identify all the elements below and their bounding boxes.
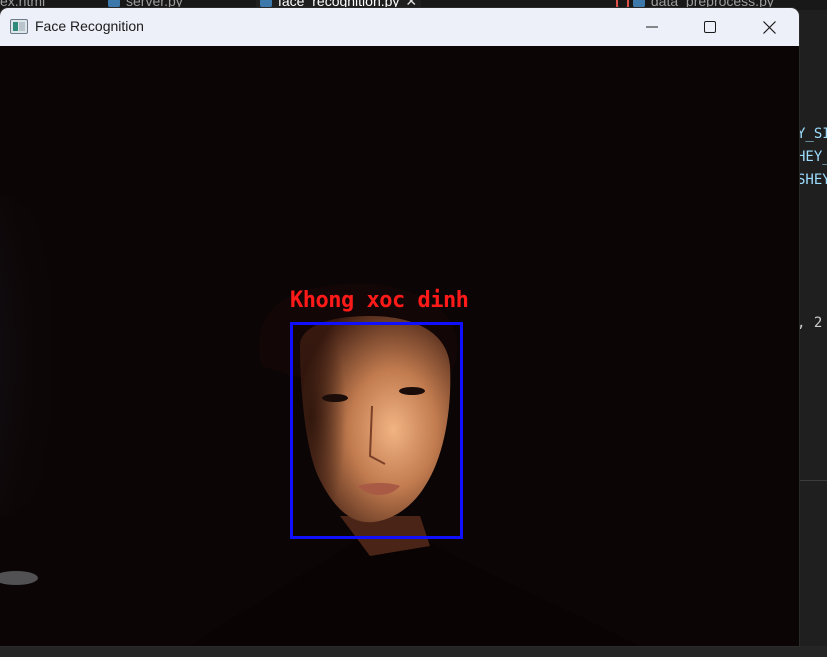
face-bounding-box [290,322,463,539]
face-identity-label: Khong xoc dinh [290,288,469,313]
minimize-icon [646,26,658,28]
code-fragment: , 2 [797,315,823,331]
code-fragment: SHEY [797,172,827,188]
face-recognition-window[interactable]: Face Recognition Khong xoc dinh [0,8,799,646]
app-icon [10,19,28,34]
maximize-icon [704,21,716,33]
close-icon [762,20,776,34]
code-fragment: Y_SI [797,126,827,142]
camera-feed: Khong xoc dinh [0,46,799,646]
code-fragment: HEY_ [797,149,827,165]
title-bar[interactable]: Face Recognition [0,8,799,46]
editor-status-area [0,646,827,657]
window-title: Face Recognition [35,18,144,34]
close-button[interactable] [740,8,798,46]
minimize-button[interactable] [623,8,681,46]
panel-divider [800,480,827,481]
maximize-button[interactable] [681,8,739,46]
